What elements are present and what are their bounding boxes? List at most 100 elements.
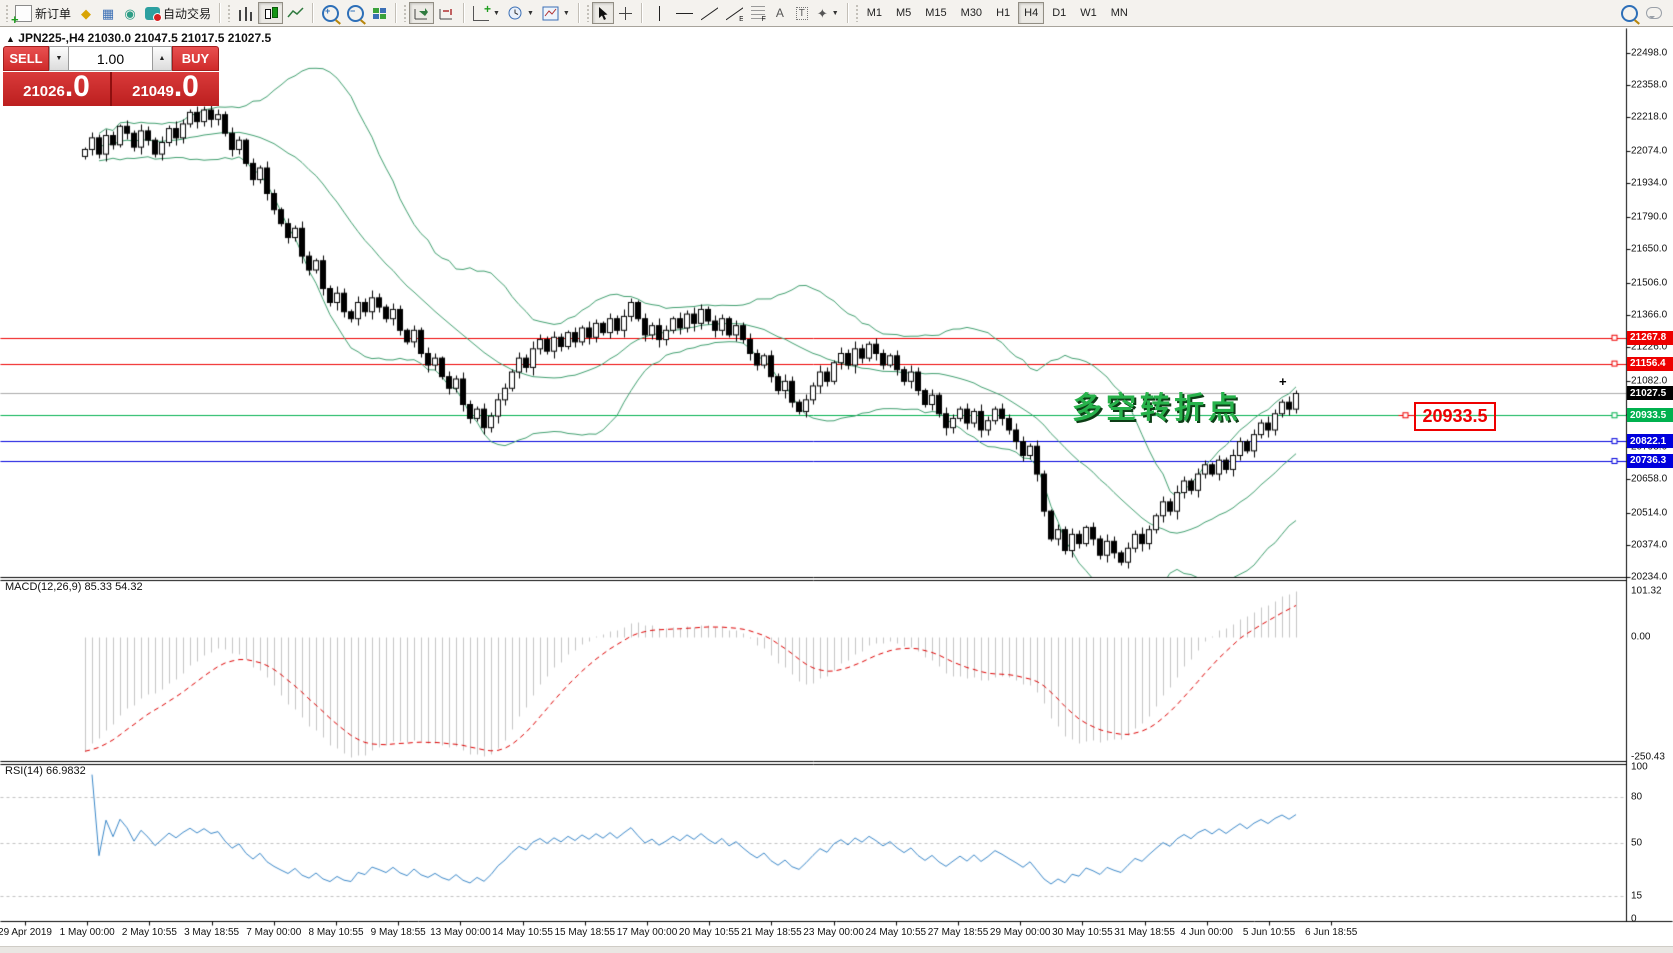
chart-shift-icon (439, 8, 453, 19)
chart-shift-button[interactable] (434, 2, 459, 24)
text-tool-button[interactable]: A (769, 2, 791, 24)
sell-price-display[interactable]: 21026 .0 (3, 72, 110, 106)
chart-canvas[interactable] (0, 28, 1673, 952)
chart-window: ▲ JPN225-,H4 21030.0 21047.5 21017.5 210… (0, 28, 1673, 952)
vertical-line-tool-button[interactable] (647, 2, 672, 24)
macd-axis-label: 0.00 (1631, 631, 1651, 643)
volume-increase-button[interactable]: ▲ (152, 46, 172, 71)
zoom-out-button[interactable]: − (343, 2, 368, 24)
hline-price-badge: 20736.3 (1627, 453, 1673, 468)
tile-windows-button[interactable] (368, 2, 391, 24)
timeframe-toolbar: M1 M5 M15 M30 H1 H4 D1 W1 MN (861, 2, 1134, 24)
buy-price-display[interactable]: 21049 .0 (112, 72, 219, 106)
buy-price-main: 21049 (132, 83, 174, 100)
candlestick-mode-button[interactable] (258, 2, 284, 24)
search-icon[interactable] (1621, 4, 1638, 22)
time-tick-label: 4 Jun 00:00 (1180, 927, 1233, 938)
timeframe-button-m15[interactable]: M15 (919, 2, 952, 24)
toolbar-drag-handle[interactable] (854, 4, 859, 22)
toolbar-drag-handle[interactable] (585, 4, 590, 22)
timeframe-button-h4[interactable]: H4 (1018, 2, 1045, 24)
time-tick-label: 1 May 00:00 (59, 927, 115, 938)
book-icon: ◆ (81, 5, 92, 21)
bull-bear-turning-point-annotation: 多空转折点 (1072, 392, 1242, 425)
price-tick-label: 21506.0 (1631, 277, 1668, 289)
crosshair-tool-button[interactable] (614, 2, 637, 24)
zoom-in-button[interactable]: + (318, 2, 343, 24)
toolbar-separator (312, 3, 315, 23)
price-callout-label[interactable]: 20933.5 (1414, 402, 1496, 431)
time-tick-label: 9 May 18:55 (370, 927, 426, 938)
timeframe-button-h1[interactable]: H1 (990, 2, 1016, 24)
timeframe-button-w1[interactable]: W1 (1074, 2, 1103, 24)
text-tool-icon: A (775, 5, 784, 20)
timeframe-button-m5[interactable]: M5 (890, 2, 917, 24)
indicators-button[interactable]: + ▼ (469, 2, 504, 24)
price-tick-label: 20374.0 (1631, 539, 1668, 551)
time-tick-label: 17 May 00:00 (616, 927, 678, 938)
new-chart-button[interactable]: ▦ (97, 2, 119, 24)
arrows-tool-button[interactable]: ✦ ▼ (813, 2, 843, 24)
collapse-arrow-icon[interactable]: ▲ (6, 34, 15, 44)
line-chart-mode-button[interactable] (283, 2, 308, 24)
toolbar-drag-handle[interactable] (227, 4, 232, 22)
time-tick-label: 14 May 10:55 (492, 927, 553, 938)
bar-chart-mode-button[interactable] (233, 2, 258, 24)
crosshair-icon (618, 6, 632, 20)
text-label-tool-button[interactable]: T (791, 2, 813, 24)
price-tick-label: 21650.0 (1631, 243, 1668, 255)
toolbar-drag-handle[interactable] (403, 4, 408, 22)
toolbar-drag-handle[interactable] (5, 4, 9, 22)
cursor-tool-button[interactable] (591, 2, 614, 24)
trendline-tool-button[interactable] (697, 2, 722, 24)
macd-label: MACD(12,26,9) 85.33 54.32 (5, 581, 143, 593)
rsi-label: RSI(14) 66.9832 (5, 765, 86, 777)
price-tick-label: 21366.0 (1631, 309, 1668, 321)
main-toolbar: + 新订单 ◆ ▦ ◉ 自动交易 + − + ▼ ▼ ▼ E F A T ✦ ▼… (0, 0, 1673, 27)
channel-icon: E (726, 6, 743, 21)
new-order-button[interactable]: + 新订单 (11, 2, 75, 26)
timeframe-button-m1[interactable]: M1 (861, 2, 888, 24)
dropdown-caret-icon: ▼ (526, 9, 534, 17)
line-chart-icon (287, 6, 304, 17)
buy-button[interactable]: BUY (172, 46, 219, 71)
timeframe-button-mn[interactable]: MN (1105, 2, 1134, 24)
community-chat-icon[interactable] (1646, 7, 1662, 19)
volume-input[interactable] (69, 46, 152, 71)
price-tick-label: 20658.0 (1631, 473, 1668, 485)
indicators-icon: + (473, 2, 491, 21)
toolbar-separator (395, 3, 398, 23)
sell-button[interactable]: SELL (3, 46, 49, 71)
horizontal-line-tool-button[interactable] (672, 2, 697, 24)
templates-button[interactable]: ▼ (538, 2, 574, 24)
toolbar-separator (219, 3, 222, 23)
chart-title: ▲ JPN225-,H4 21030.0 21047.5 21017.5 210… (6, 31, 271, 45)
candlestick-icon (262, 6, 279, 21)
time-tick-label: 23 May 00:00 (803, 927, 864, 938)
signals-button[interactable]: ◉ (119, 2, 141, 24)
rsi-axis-label: 0 (1631, 913, 1637, 925)
current-price-badge: 21027.5 (1627, 386, 1673, 401)
horizontal-line-icon (675, 5, 693, 21)
zoom-out-icon: − (347, 4, 365, 22)
auto-scroll-button[interactable] (409, 2, 435, 24)
time-tick-label: 29 Apr 2019 (0, 927, 52, 938)
one-click-trading-panel: SELL ▼ ▲ BUY 21026 .0 21049 .0 (3, 46, 219, 106)
rsi-axis-label: 50 (1631, 837, 1643, 849)
dropdown-caret-icon: ▼ (831, 9, 839, 17)
zoom-in-icon: + (322, 4, 340, 22)
sell-price-main: 21026 (23, 83, 65, 100)
time-tick-label: 8 May 10:55 (308, 927, 364, 938)
fibonacci-tool-button[interactable]: F (747, 2, 769, 24)
timeframe-button-m30[interactable]: M30 (955, 2, 988, 24)
volume-decrease-button[interactable]: ▼ (49, 46, 69, 71)
price-tick-label: 22218.0 (1631, 111, 1668, 123)
timeframe-button-d1[interactable]: D1 (1046, 2, 1072, 24)
time-tick-label: 21 May 18:55 (741, 927, 802, 938)
autotrading-button[interactable]: 自动交易 (141, 2, 215, 24)
periods-button[interactable]: ▼ (504, 2, 538, 24)
market-depth-button[interactable]: ◆ (75, 2, 97, 24)
toolbar-right-group (1621, 4, 1670, 22)
price-tick-label: 22074.0 (1631, 145, 1668, 157)
channel-tool-button[interactable]: E (722, 2, 747, 24)
